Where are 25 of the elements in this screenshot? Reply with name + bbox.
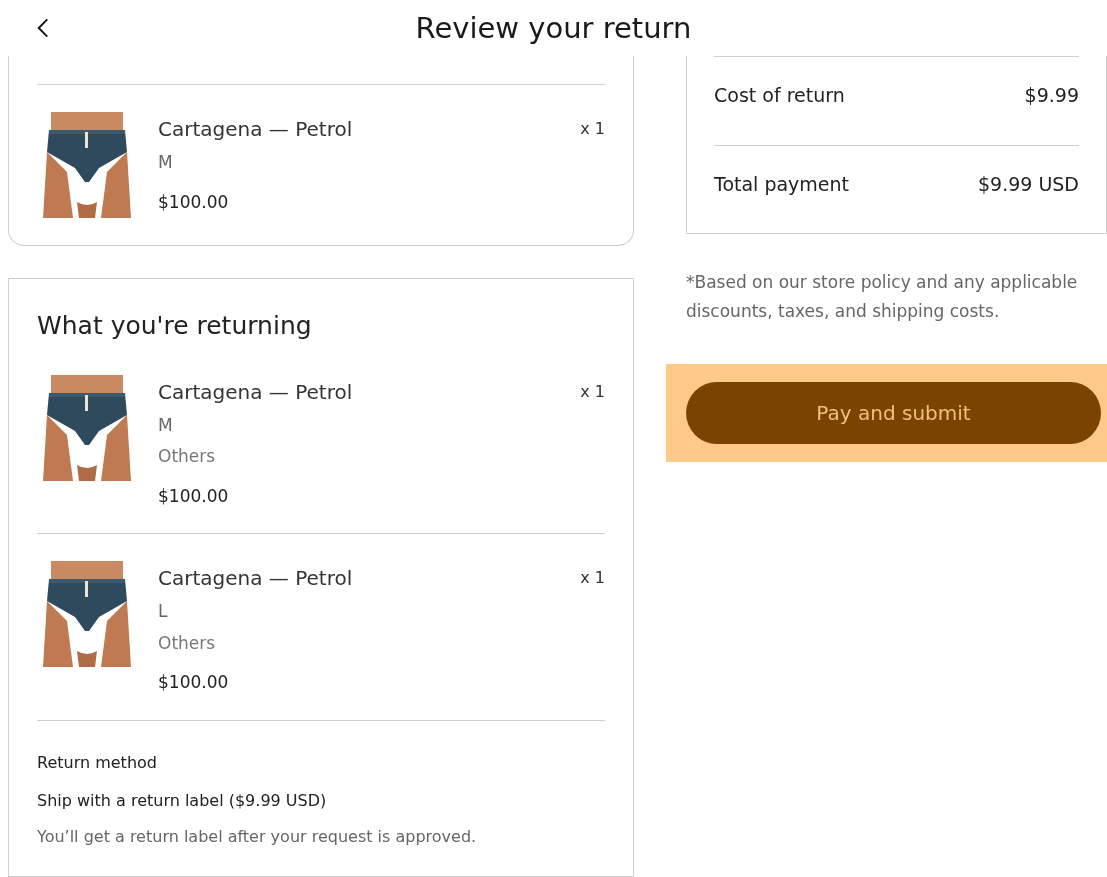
return-method-label: Return method [37,751,158,774]
section-heading: What you're returning [37,310,313,342]
summary-label: Total payment [714,172,850,198]
pay-and-submit-button[interactable]: Pay and submit [686,382,1101,444]
variant-size: M [158,413,174,437]
quantity: x 1 [580,380,605,403]
variant-size: M [158,151,174,174]
return-reason: Others [158,631,217,655]
product-name: Cartagena — Petrol [158,565,353,592]
return-reason: Others [158,445,217,468]
variant-size: L [158,600,169,623]
summary-value: $9.99 [1024,83,1079,109]
item-price: $100.00 [158,190,230,214]
item-price: $100.00 [158,484,230,508]
product-name: Cartagena — Petrol [158,378,353,406]
return-method: Ship with a return label ($9.99 USD) [37,789,328,812]
item-price: $100.00 [158,671,230,694]
policy-note: *Based on our store policy and any applicable discounts, taxes, and shipping costs. [686,271,1079,323]
return-method-note: You’ll get a return label after your request is approved. [37,825,478,848]
product-name: Cartagena — Petrol [158,116,353,143]
summary-value: $9.99 USD [977,172,1079,198]
quantity: x 1 [580,567,605,589]
quantity: x 1 [580,118,605,140]
summary-label: Cost of return [714,83,845,109]
page-title: Review your return [415,10,692,48]
